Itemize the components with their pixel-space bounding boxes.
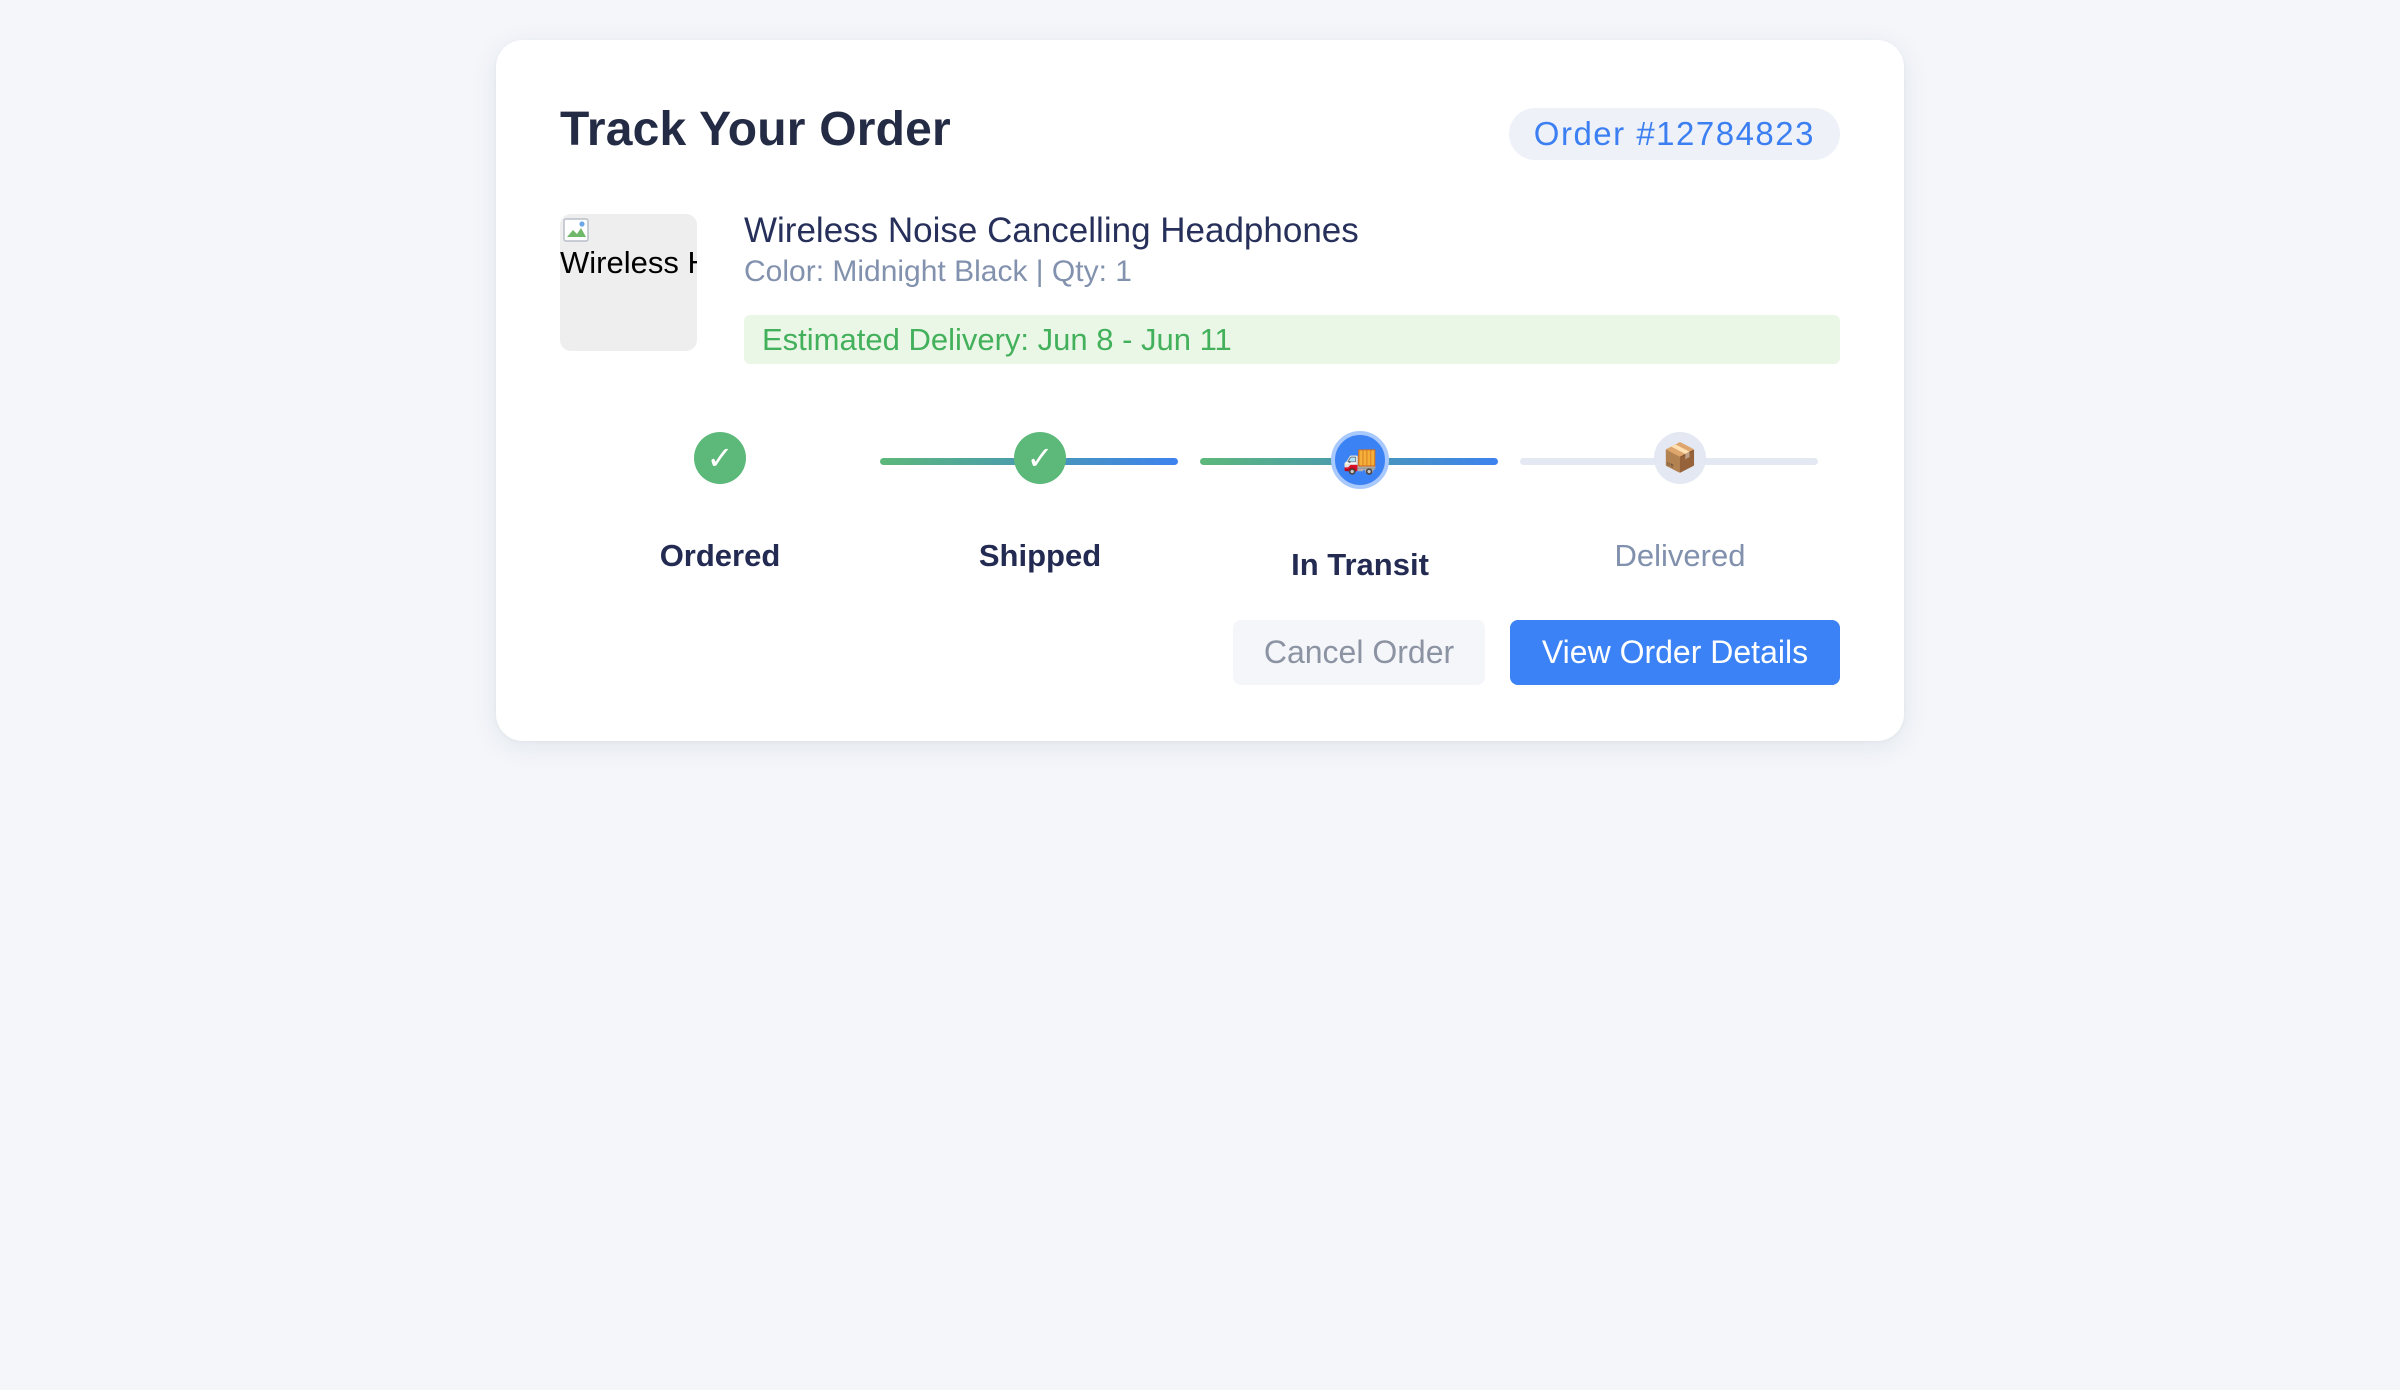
card-header: Track Your Order Order #12784823: [560, 98, 1840, 174]
product-image: Wireless Headphones: [560, 214, 697, 351]
estimated-delivery-banner: Estimated Delivery: Jun 8 - Jun 11: [744, 315, 1840, 364]
step-label-ordered: Ordered: [659, 538, 781, 573]
view-order-details-button[interactable]: View Order Details: [1510, 620, 1840, 685]
product-meta: Color: Midnight Black | Qty: 1: [744, 255, 1132, 288]
step-label-shipped: Shipped: [978, 538, 1102, 573]
step-delivered-package-icon: 📦: [1654, 432, 1706, 484]
product-name: Wireless Noise Cancelling Headphones: [744, 211, 1359, 250]
progress-connector-1: [880, 458, 1178, 465]
product-image-alt-text: Wireless Headphones: [560, 245, 697, 280]
progress-connector-3: [1520, 458, 1818, 465]
order-number-badge: Order #12784823: [1508, 108, 1840, 160]
step-shipped-check-icon: ✓: [1014, 432, 1066, 484]
step-label-in-transit: In Transit: [1291, 547, 1429, 582]
progress-connector-2: [1200, 458, 1498, 465]
order-tracking-card: Track Your Order Order #12784823 Wireles…: [496, 40, 1904, 741]
cancel-order-button[interactable]: Cancel Order: [1233, 620, 1485, 685]
step-in-transit-truck-icon: 🚚: [1331, 431, 1389, 489]
broken-image-icon: [563, 218, 589, 242]
step-label-delivered: Delivered: [1614, 538, 1746, 573]
step-ordered-check-icon: ✓: [694, 432, 746, 484]
estimated-delivery-text: Estimated Delivery: Jun 8 - Jun 11: [762, 322, 1232, 357]
page-title: Track Your Order: [560, 103, 951, 156]
